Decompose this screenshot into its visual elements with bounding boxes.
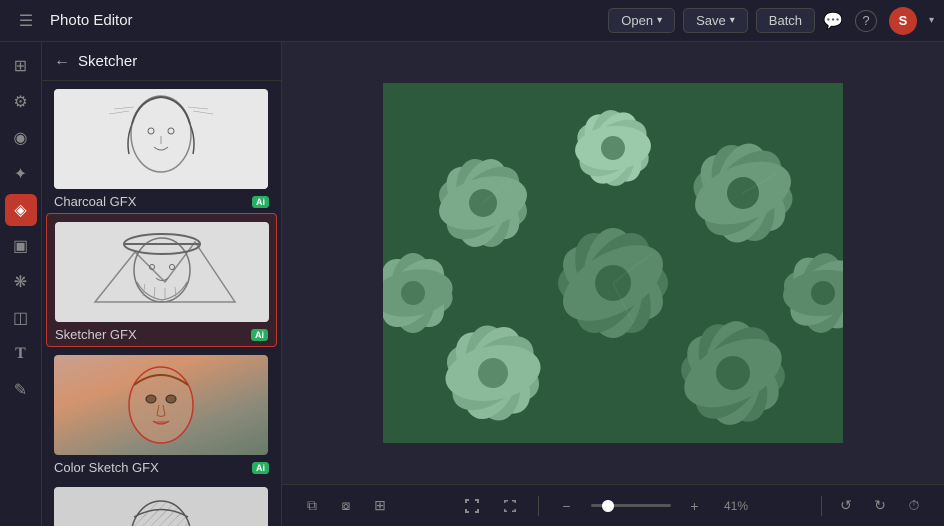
avatar[interactable]: S [889,7,917,35]
zoom-slider[interactable] [591,504,671,507]
toolbar-left: ⧉ ⧇ ⊞ [298,492,394,520]
effect-charcoal-thumbnail [54,89,268,189]
effects-panel: ← Sketcher [42,42,282,526]
toolbar-divider-2 [821,496,822,516]
layers-tool-button[interactable]: ⧉ [298,492,326,520]
sidebar-item-objects[interactable]: ❋ [5,266,37,298]
batch-button[interactable]: Batch [756,8,815,33]
save-button[interactable]: Save ▾ [683,8,748,33]
menu-icon[interactable]: ☰ [10,5,42,37]
effect-sketcher[interactable]: Sketcher GFX Ai [46,213,277,347]
history-button[interactable]: ⏱ [900,492,928,520]
effect-charcoal-label-row: Charcoal GFX Ai [54,194,269,209]
sidebar-item-layers[interactable]: ⊞ [5,50,37,82]
sidebar-item-eye[interactable]: ◉ [5,122,37,154]
effect-colorsketch-thumbnail [54,355,268,455]
help-icon[interactable]: ? [855,10,877,32]
effect-sketcher-thumbnail [55,222,269,322]
canvas-area: ⧉ ⧇ ⊞ − + 41% [282,42,944,526]
toolbar-right: ↺ ↻ ⏱ [817,492,928,520]
copy-tool-button[interactable]: ⧇ [332,492,360,520]
effect-crosshatch[interactable]: Cross Hatch GFX Ai [42,479,281,526]
sidebar-item-magic[interactable]: ✦ [5,158,37,190]
canvas-viewport[interactable] [282,42,944,484]
sidebar-item-frames[interactable]: ▣ [5,230,37,262]
fit-to-screen-button[interactable] [458,492,486,520]
bottom-toolbar: ⧉ ⧇ ⊞ − + 41% [282,484,944,526]
toolbar-center: − + 41% [400,492,811,520]
effect-charcoal-ai-badge: Ai [252,196,269,208]
main-layout: ⊞ ⚙ ◉ ✦ ◈ ▣ ❋ ◫ T ✎ ← Sketcher [0,42,944,526]
effect-charcoal-name: Charcoal GFX [54,194,136,209]
undo-button[interactable]: ↺ [832,492,860,520]
sidebar-item-filter[interactable]: ◫ [5,302,37,334]
zoom-in-button[interactable]: + [681,492,709,520]
effect-colorsketch-name: Color Sketch GFX [54,460,159,475]
zoom-fit-button[interactable] [496,492,524,520]
effect-colorsketch[interactable]: Color Sketch GFX Ai [42,347,281,479]
zoom-out-button[interactable]: − [553,492,581,520]
open-button[interactable]: Open ▾ [608,8,675,33]
effect-sketcher-ai-badge: Ai [251,329,268,341]
effect-sketcher-name: Sketcher GFX [55,327,137,342]
toolbar-divider-1 [538,496,539,516]
sidebar-item-adjustments[interactable]: ⚙ [5,86,37,118]
zoom-percent-label: 41% [719,499,754,513]
panel-title: Sketcher [78,53,137,70]
succulent-background [383,83,843,443]
effect-colorsketch-label-row: Color Sketch GFX Ai [54,460,269,475]
sidebar-item-text[interactable]: T [5,338,37,370]
effect-crosshatch-thumbnail [54,487,268,526]
topbar: ☰ Photo Editor Open ▾ Save ▾ Batch 💬 ? S… [0,0,944,42]
grid-tool-button[interactable]: ⊞ [366,492,394,520]
panel-header: ← Sketcher [42,42,281,81]
effect-charcoal[interactable]: Charcoal GFX Ai [42,81,281,213]
effect-sketcher-label-row: Sketcher GFX Ai [55,327,268,342]
sidebar-item-effects[interactable]: ◈ [5,194,37,226]
comment-icon[interactable]: 💬 [823,11,843,31]
canvas-image [383,83,843,443]
redo-button[interactable]: ↻ [866,492,894,520]
avatar-chevron-icon: ▾ [929,15,934,26]
back-button[interactable]: ← [54,52,70,70]
sidebar-item-draw[interactable]: ✎ [5,374,37,406]
effect-colorsketch-ai-badge: Ai [252,462,269,474]
icon-sidebar: ⊞ ⚙ ◉ ✦ ◈ ▣ ❋ ◫ T ✎ [0,42,42,526]
app-title: Photo Editor [50,12,584,29]
effects-list: Charcoal GFX Ai [42,81,281,526]
